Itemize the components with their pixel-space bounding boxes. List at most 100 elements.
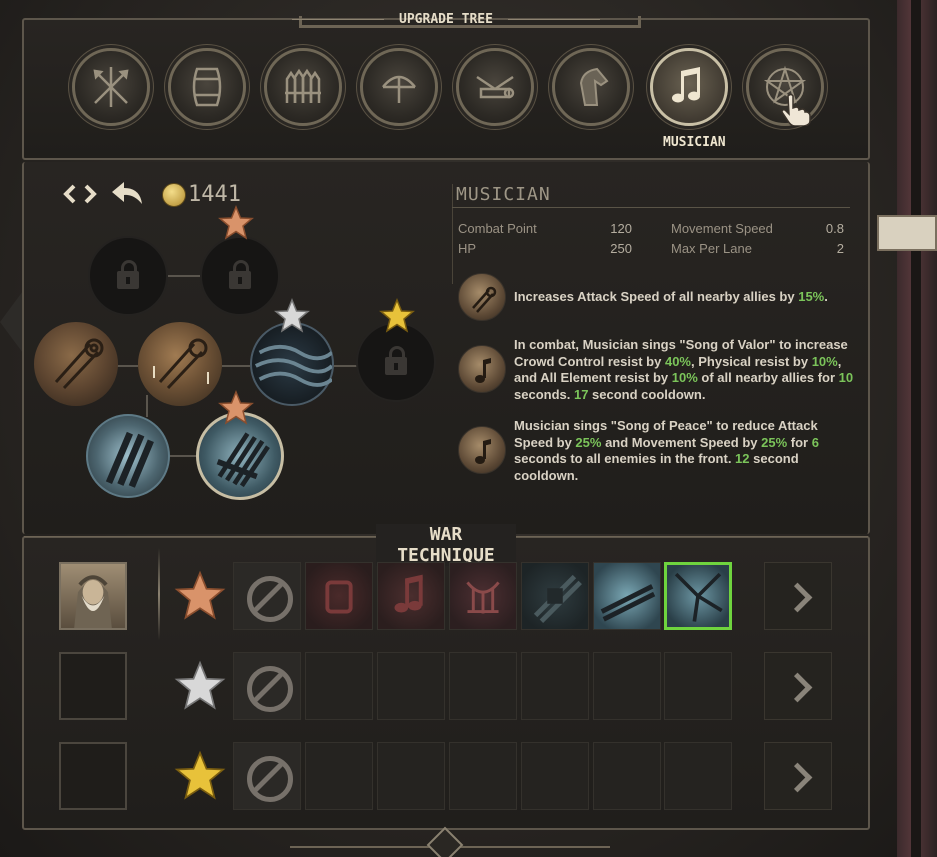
barrel-icon [192,67,222,107]
wt-rule-left [24,536,376,537]
next-page-button[interactable] [764,742,832,810]
link-scroll2-wave [222,365,250,367]
technique-none-slot[interactable] [233,652,301,720]
right-scenery-strip [897,0,937,857]
link-lock1-lock2 [168,275,200,277]
technique-none-slot[interactable] [233,562,301,630]
shattered-note-icon [674,572,723,622]
stat-value: 2 [836,241,844,256]
unit-archer-button[interactable] [360,48,438,126]
technique-empty-slot[interactable] [449,742,517,810]
technique-slot-3[interactable] [449,562,517,630]
bearded-elder-portrait [74,575,112,628]
technique-empty-slot[interactable] [664,742,732,810]
technique-slot-2[interactable] [377,562,445,630]
title-rule-right [508,19,600,20]
unit-barrel-button[interactable] [168,48,246,126]
unit-musician-button[interactable] [650,48,728,126]
horse-head-icon [579,67,609,106]
musician-tab-label: MUSICIAN [663,135,726,150]
skill-node-pipes[interactable] [86,414,170,498]
skill-node-scroll-upgraded[interactable] [138,322,222,406]
unit-name-underline [452,207,850,208]
hand-pointer-icon [780,92,812,127]
upgrade-tree-title: UPGRADE TREE [399,12,493,27]
link-pipes-pan [168,455,196,457]
wt-rule-right [516,536,868,537]
pipes-icon [105,431,154,488]
bronze-star-icon [218,205,254,241]
technique-empty-slot[interactable] [521,652,589,720]
link-wave-lock3 [334,365,358,367]
gold-rank-star-icon [174,750,226,802]
lock-icon [117,260,139,289]
unit-palisade-button[interactable] [264,48,342,126]
technique-slot-6-selected[interactable] [664,562,732,630]
wt-divider [158,548,160,640]
broken-pipes-icon [600,584,656,622]
technique-slot-1[interactable] [305,562,373,630]
music-note-icon [672,67,700,103]
technique-empty-slot[interactable] [664,652,732,720]
locked-pipes-icon [533,574,582,623]
technique-empty-slot[interactable] [377,742,445,810]
bronze-star-icon [218,390,254,426]
ability-1-text: Increases Attack Speed of all nearby all… [514,289,828,304]
stat-label: Combat Point [458,221,537,236]
locked-scroll-icon [325,580,353,614]
stat-value: 120 [610,221,632,236]
unit-spearman-button[interactable] [72,48,150,126]
war-technique-panel [22,536,870,830]
skill-node-scroll[interactable] [34,322,118,406]
ability-3-icon [458,426,506,474]
scroll-icon [472,286,497,313]
stat-value: 0.8 [825,221,844,236]
stat-label: Max Per Lane [671,241,752,256]
next-page-button[interactable] [764,562,832,630]
skill-node-wave[interactable] [250,322,334,406]
next-page-button[interactable] [764,652,832,720]
hero-portrait[interactable] [59,562,127,630]
gold-star-icon [379,298,415,334]
bronze-rank-star-icon [174,570,226,622]
scroll-icon [54,338,104,390]
technique-empty-slot[interactable] [305,652,373,720]
palisade-icon [285,68,321,103]
hero-portrait-empty[interactable] [59,742,127,810]
stat-label: HP [458,241,477,256]
silver-star-icon [274,298,310,334]
stat-value: 250 [610,241,632,256]
expand-arrows-icon[interactable] [62,182,98,206]
music-note-icon [475,358,491,383]
gold-amount: 1441 [188,182,241,207]
bow-icon [382,75,416,103]
technique-empty-slot[interactable] [377,652,445,720]
hero-portrait-empty[interactable] [59,652,127,720]
music-note-icon [394,574,423,613]
technique-empty-slot[interactable] [593,742,661,810]
war-technique-title: WAR TECHNIQUE [376,524,516,566]
technique-empty-slot[interactable] [593,652,661,720]
technique-empty-slot[interactable] [305,742,373,810]
music-note-icon [475,439,491,464]
technique-none-slot[interactable] [233,742,301,810]
ability-1-icon [458,273,506,321]
undo-arrow-icon[interactable] [110,180,144,206]
sound-wave-icon [254,344,332,387]
unit-ballista-button[interactable] [456,48,534,126]
crossed-spears-icon [93,67,129,107]
gold-coin-icon [162,183,186,207]
unit-cavalry-button[interactable] [552,48,630,126]
technique-slot-5[interactable] [593,562,661,630]
scroll-upgrade-icon [153,338,209,390]
technique-slot-4[interactable] [521,562,589,630]
lock-icon [229,260,251,289]
stat-label: Movement Speed [671,221,773,236]
technique-empty-slot[interactable] [521,742,589,810]
technique-empty-slot[interactable] [449,652,517,720]
silver-rank-star-icon [174,660,226,712]
info-divider [452,184,453,284]
wood-sign [877,215,937,251]
skill-node-locked-1[interactable] [88,236,168,316]
skill-node-locked-2[interactable] [200,236,280,316]
